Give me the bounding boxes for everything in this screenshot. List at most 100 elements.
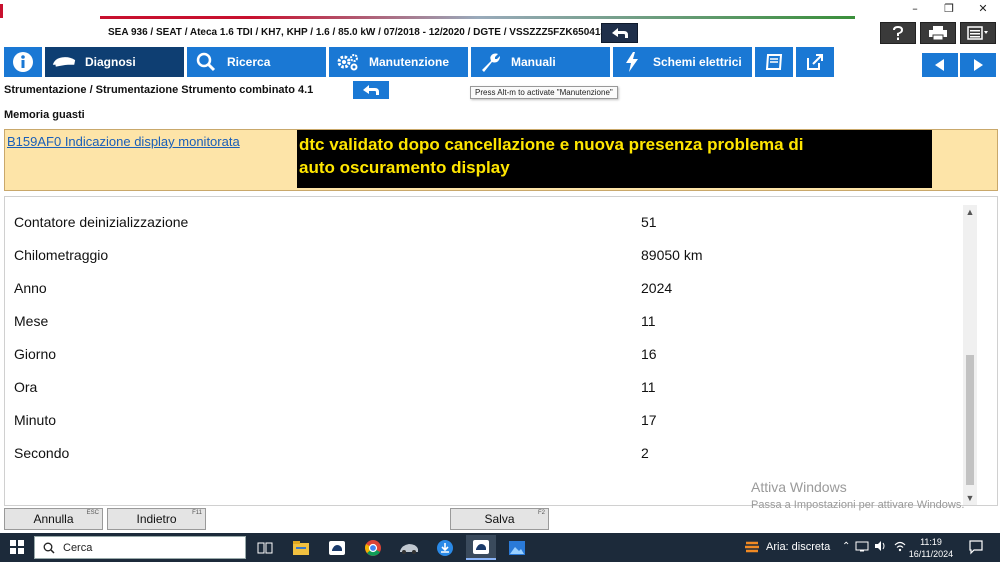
data-label: Anno — [14, 280, 47, 296]
wrench-icon — [477, 50, 503, 74]
watermark-title: Attiva Windows — [751, 479, 847, 495]
notification-icon[interactable] — [968, 539, 984, 555]
minimize-button[interactable]: – — [898, 0, 932, 16]
chrome-icon[interactable] — [358, 535, 388, 560]
air-quality-icon — [745, 541, 759, 553]
shortcut-key: F11 — [192, 510, 202, 516]
nav-schemi-elettrici[interactable]: Schemi elettrici — [613, 47, 752, 77]
data-value: 2 — [641, 445, 649, 461]
triangle-left-icon — [935, 59, 944, 71]
indietro-button[interactable]: Indietro F11 — [107, 508, 206, 530]
nav-label: Ricerca — [227, 55, 271, 69]
gears-icon — [335, 50, 361, 74]
nav-info[interactable] — [4, 47, 42, 77]
book-icon — [761, 50, 787, 74]
menu-button[interactable] — [960, 22, 996, 44]
data-value: 89050 km — [641, 247, 703, 263]
fault-entry: B159AF0 Indicazione display monitorata d… — [4, 129, 998, 191]
nav-documents[interactable] — [755, 47, 793, 77]
scrollbar-thumb[interactable] — [966, 355, 974, 485]
nav-label: Diagnosi — [85, 55, 136, 69]
weather-widget[interactable]: Aria: discreta — [744, 540, 830, 554]
data-label: Minuto — [14, 412, 57, 428]
data-label: Ora — [14, 379, 38, 395]
salva-button[interactable]: Salva F2 — [450, 508, 549, 530]
nav-ricerca[interactable]: Ricerca — [187, 47, 326, 77]
data-row: Contatore deinizializzazione 51 — [14, 214, 714, 234]
button-label: Annulla — [33, 512, 74, 526]
scroll-down-icon[interactable]: ▼ — [963, 491, 977, 505]
vehicle-info: SEA 936 / SEAT / Ateca 1.6 TDI / KH7, KH… — [108, 27, 612, 38]
file-explorer-icon[interactable] — [286, 535, 316, 560]
system-tray: ⌃ — [842, 540, 907, 552]
help-button[interactable] — [880, 22, 916, 44]
car-app-icon[interactable] — [394, 535, 424, 560]
scroll-up-icon[interactable]: ▲ — [963, 205, 977, 219]
taskbar-search[interactable]: Cerca — [34, 536, 246, 559]
data-label: Mese — [14, 313, 49, 329]
diagnostic-app-icon[interactable] — [322, 535, 352, 560]
diagnostic-app-active-icon[interactable] — [466, 535, 496, 560]
taskbar: Cerca Aria: discreta ⌃ 11:19 16/11/2024 — [0, 533, 1000, 562]
data-label: Giorno — [14, 346, 57, 362]
network-icon[interactable] — [855, 540, 869, 552]
brand-accent-line — [100, 16, 855, 19]
shortcut-key: F2 — [537, 510, 545, 516]
print-button[interactable] — [920, 22, 956, 44]
data-label: Contatore deinizializzazione — [14, 214, 189, 230]
data-row: Minuto 17 — [14, 412, 714, 432]
nav-diagnosi[interactable]: Diagnosi — [45, 47, 184, 77]
data-row: Secondo 2 — [14, 445, 714, 465]
watermark-subtitle: Passa a Impostazioni per attivare Window… — [751, 499, 965, 511]
system-clock[interactable]: 11:19 16/11/2024 — [906, 536, 956, 560]
vertical-scrollbar[interactable]: ▲ ▼ — [963, 205, 977, 505]
nav-external[interactable] — [796, 47, 834, 77]
nav-manuali[interactable]: Manuali — [471, 47, 610, 77]
nav-label: Manutenzione — [369, 55, 449, 69]
search-icon — [193, 50, 219, 74]
data-row: Chilometraggio 89050 km — [14, 247, 714, 267]
fault-description: dtc validato dopo cancellazione e nuova … — [297, 130, 932, 188]
nav-forward-button[interactable] — [960, 53, 996, 77]
button-label: Salva — [484, 512, 515, 526]
search-placeholder: Cerca — [63, 541, 93, 554]
breadcrumb-back-button[interactable] — [353, 81, 389, 99]
triangle-right-icon — [974, 59, 983, 71]
nav-back-button[interactable] — [922, 53, 958, 77]
breadcrumb: Strumentazione / Strumentazione Strument… — [4, 84, 314, 96]
fault-description-line: dtc validato dopo cancellazione e nuova … — [299, 135, 804, 154]
task-view-icon[interactable] — [250, 535, 280, 560]
download-icon[interactable] — [430, 535, 460, 560]
nav-label: Schemi elettrici — [653, 55, 742, 69]
taskbar-apps — [250, 535, 532, 560]
clock-date: 16/11/2024 — [908, 549, 954, 559]
list-menu-icon — [967, 26, 988, 40]
search-icon — [43, 542, 55, 554]
environment-data-panel: Contatore deinizializzazione 51 Chilomet… — [4, 196, 998, 511]
activation-watermark: Attiva Windows Passa a Impostazioni per … — [751, 479, 964, 511]
tooltip: Press Alt-m to activate "Manutenzione" — [470, 86, 618, 99]
photos-icon[interactable] — [502, 535, 532, 560]
window-controls: – ❐ ✕ — [898, 0, 1000, 16]
data-label: Secondo — [14, 445, 70, 461]
volume-icon[interactable] — [874, 540, 888, 552]
weather-text: Aria: discreta — [766, 541, 831, 553]
annulla-button[interactable]: Annulla ESC — [4, 508, 103, 530]
data-row: Anno 2024 — [14, 280, 714, 300]
nav-manutenzione[interactable]: Manutenzione — [329, 47, 468, 77]
tray-chevron-up-icon[interactable]: ⌃ — [842, 541, 850, 552]
close-button[interactable]: ✕ — [966, 0, 1000, 16]
external-link-icon — [802, 50, 828, 74]
button-label: Indietro — [136, 512, 177, 526]
restore-button[interactable]: ❐ — [932, 0, 966, 16]
shortcut-key: ESC — [86, 510, 99, 516]
fault-code-link[interactable]: B159AF0 Indicazione display monitorata — [7, 134, 240, 149]
data-row: Ora 11 — [14, 379, 714, 399]
application-window: – ❐ ✕ SEA 936 / SEAT / Ateca 1.6 TDI / K… — [0, 0, 1000, 562]
lightning-icon — [619, 50, 645, 74]
toolbar — [880, 22, 996, 44]
vehicle-back-button[interactable] — [601, 23, 638, 43]
windows-start-icon[interactable] — [10, 540, 24, 554]
return-arrow-icon — [611, 28, 628, 38]
main-navigation: Diagnosi Ricerca Manutenzione Manuali Sc… — [4, 47, 834, 77]
